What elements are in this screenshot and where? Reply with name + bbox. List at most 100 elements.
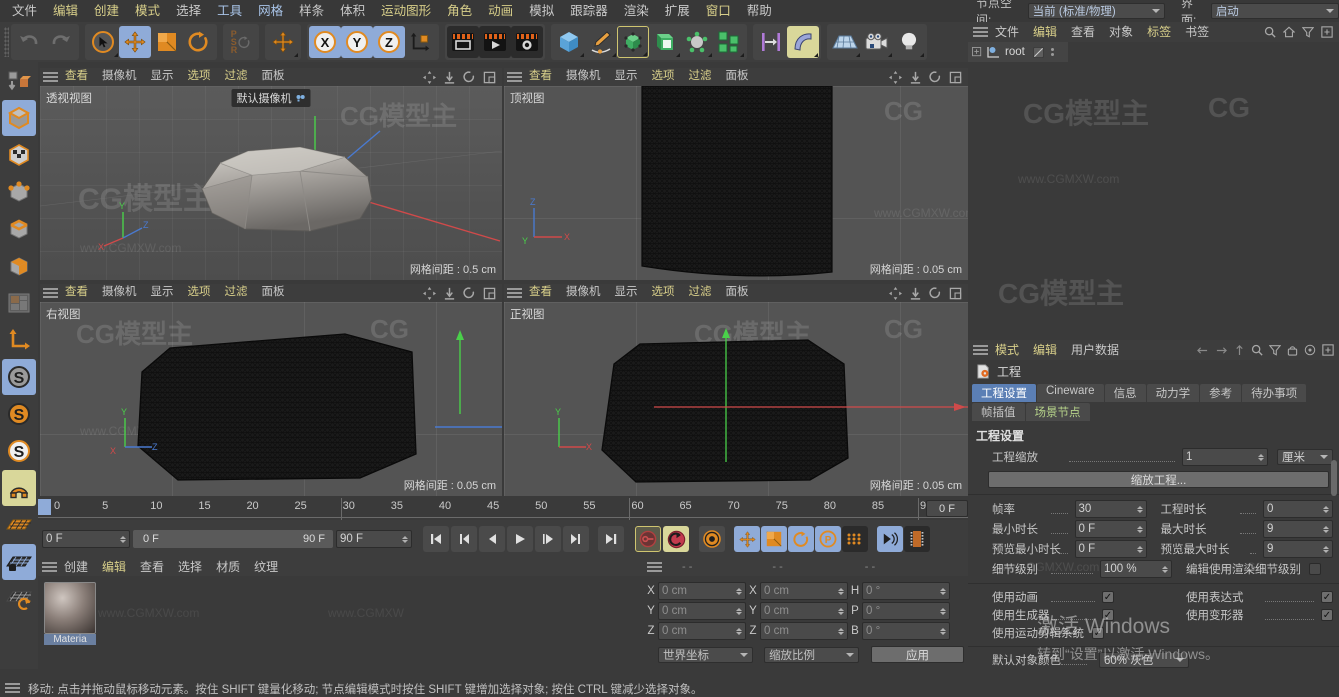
- pan-icon[interactable]: [889, 70, 902, 84]
- play-button[interactable]: [507, 526, 533, 552]
- forward-arrow-icon[interactable]: [1215, 345, 1228, 356]
- framerate-field[interactable]: 30: [1074, 500, 1147, 518]
- workplane-rotate-button[interactable]: [2, 581, 36, 617]
- select-tool-button[interactable]: [87, 26, 119, 58]
- mm-menu-edit[interactable]: 编辑: [95, 561, 133, 573]
- light-button[interactable]: [893, 26, 925, 58]
- am-menu-userdata[interactable]: 用户数据: [1064, 344, 1126, 356]
- coordinate-system-dropdown[interactable]: 世界坐标: [658, 646, 754, 663]
- min-time-field[interactable]: 0 F: [1074, 520, 1147, 538]
- node-space-dropdown[interactable]: 当前 (标准/物理): [1027, 3, 1165, 19]
- coordinate-menu-icon[interactable]: [647, 561, 662, 573]
- vp-menu-view[interactable]: 查看: [522, 287, 559, 299]
- snap-enable-button[interactable]: S: [2, 396, 36, 432]
- menu-8[interactable]: 体积: [332, 5, 373, 18]
- am-menu-mode[interactable]: 模式: [988, 344, 1026, 356]
- menu-2[interactable]: 创建: [86, 5, 127, 18]
- floor-button[interactable]: [829, 26, 861, 58]
- maximize-icon[interactable]: [949, 71, 962, 84]
- mm-menu-texture[interactable]: 纹理: [247, 561, 285, 573]
- scale-project-button[interactable]: 缩放工程...: [988, 471, 1329, 488]
- vp-menu-options[interactable]: 选项: [645, 287, 682, 299]
- next-frame-button[interactable]: [535, 526, 561, 552]
- target-icon[interactable]: [1304, 344, 1316, 356]
- max-frame-field[interactable]: 90 F: [336, 530, 412, 548]
- viewport-menu-icon[interactable]: [507, 71, 522, 83]
- preview-max-time-field[interactable]: 9: [1263, 540, 1333, 558]
- position-z-field[interactable]: 0 cm: [658, 622, 746, 640]
- material-menu-icon[interactable]: [42, 561, 57, 573]
- use-animation-checkbox[interactable]: ✓: [1102, 591, 1114, 603]
- expand-plus-icon[interactable]: [972, 46, 983, 58]
- pan-icon[interactable]: [889, 286, 902, 300]
- menu-15[interactable]: 扩展: [657, 5, 698, 18]
- tab-info[interactable]: 信息: [1104, 384, 1146, 402]
- uv-mode-button[interactable]: [2, 285, 36, 321]
- project-scale-unit-dropdown[interactable]: 厘米: [1277, 449, 1333, 465]
- up-arrow-icon[interactable]: [1234, 344, 1245, 356]
- toolbar-grip[interactable]: [4, 27, 9, 57]
- size-y-field[interactable]: 0 cm: [760, 602, 848, 620]
- tab-dynamics[interactable]: 动力学: [1146, 384, 1200, 402]
- om-menu-file[interactable]: 文件: [988, 26, 1026, 38]
- record-active-objects-button[interactable]: [635, 526, 661, 552]
- search-icon[interactable]: [1251, 344, 1263, 356]
- spinner-icon[interactable]: [402, 535, 408, 543]
- maximize-icon[interactable]: [483, 287, 496, 300]
- viewport-right-canvas[interactable]: CG模型主 www.CGMXW.com CG 右视图: [40, 302, 502, 496]
- preview-min-time-field[interactable]: 0 F: [1074, 540, 1147, 558]
- menu-0[interactable]: 文件: [4, 5, 45, 18]
- timeline-ruler[interactable]: 051015202530354045505560657075808590 0 F: [38, 498, 968, 520]
- tab-scene-nodes[interactable]: 场景节点: [1025, 403, 1090, 421]
- menu-12[interactable]: 模拟: [521, 5, 562, 18]
- sound-playback-button[interactable]: [877, 526, 903, 552]
- attribute-manager[interactable]: 模式 编辑 用户数据 工程 工程设置 Cineware 信息 动力学 参考 待办…: [968, 340, 1339, 697]
- timeline-window-button[interactable]: [904, 526, 930, 552]
- zoom-icon[interactable]: [909, 287, 922, 300]
- prev-frame-button[interactable]: [479, 526, 505, 552]
- back-arrow-icon[interactable]: [1196, 345, 1209, 356]
- model-mode-button[interactable]: [2, 100, 36, 136]
- menu-17[interactable]: 帮助: [739, 5, 780, 18]
- status-menu-icon[interactable]: [5, 683, 20, 694]
- keyframe-settings-button[interactable]: [699, 526, 725, 552]
- key-rotation-button[interactable]: [788, 526, 814, 552]
- vp-menu-panel[interactable]: 面板: [255, 287, 292, 299]
- viewport-top[interactable]: 查看 摄像机 显示 选项 过滤 面板 CG模型主 CG www.CGMXW.co…: [504, 68, 968, 280]
- playback-range-slider[interactable]: 0 F 90 F: [133, 530, 333, 548]
- render-queue-button[interactable]: [479, 26, 511, 58]
- go-to-start-button[interactable]: [423, 526, 449, 552]
- tab-reference[interactable]: 参考: [1200, 384, 1242, 402]
- vp-menu-options[interactable]: 选项: [645, 71, 682, 83]
- menu-4[interactable]: 选择: [168, 5, 209, 18]
- menu-16[interactable]: 窗口: [698, 5, 739, 18]
- viewport-right[interactable]: 查看 摄像机 显示 选项 过滤 面板 CG模型主 www.CGMXW.com C…: [40, 284, 502, 496]
- tab-frame-interpolation[interactable]: 帧插值: [972, 403, 1025, 421]
- vp-menu-panel[interactable]: 面板: [255, 71, 292, 83]
- material-manager[interactable]: 创建 编辑 查看 选择 材质 纹理 www.CGMXW.com www.CGMX…: [38, 558, 642, 680]
- workplane-lock-button[interactable]: [2, 544, 36, 580]
- max-time-field[interactable]: 9: [1263, 520, 1333, 538]
- attribute-scrollbar[interactable]: [1330, 460, 1338, 690]
- axis-x-button[interactable]: X: [309, 26, 341, 58]
- mm-menu-select[interactable]: 选择: [171, 561, 209, 573]
- size-z-field[interactable]: 0 cm: [760, 622, 848, 640]
- generator-button[interactable]: [617, 26, 649, 58]
- vp-menu-view[interactable]: 查看: [58, 71, 95, 83]
- go-to-end-button[interactable]: [598, 526, 624, 552]
- rotate-icon[interactable]: [929, 286, 942, 300]
- vp-menu-display[interactable]: 显示: [144, 71, 181, 83]
- scale-tool-button[interactable]: [151, 26, 183, 58]
- axis-mode-button[interactable]: [2, 322, 36, 358]
- coordinate-manager[interactable]: - - - - - - X 0 cm X 0 cm H 0 ° Y 0 cm Y…: [642, 558, 968, 680]
- am-menu-edit[interactable]: 编辑: [1026, 344, 1064, 356]
- vp-menu-display[interactable]: 显示: [608, 71, 645, 83]
- filter-icon[interactable]: [1269, 344, 1281, 356]
- texture-mode-button[interactable]: [2, 137, 36, 173]
- viewport-menu-icon[interactable]: [507, 287, 522, 299]
- axis-z-button[interactable]: Z: [373, 26, 405, 58]
- om-menu-edit[interactable]: 编辑: [1026, 26, 1064, 38]
- maximize-icon[interactable]: [483, 71, 496, 84]
- array-button[interactable]: [713, 26, 745, 58]
- size-mode-dropdown[interactable]: 缩放比例: [764, 646, 860, 663]
